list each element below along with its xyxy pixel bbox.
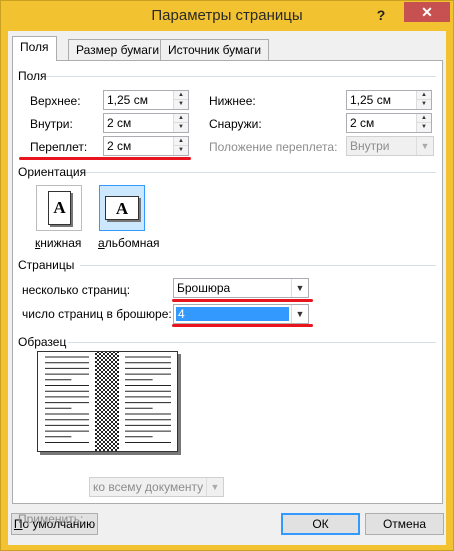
tab-panel: Поля Верхнее: 1,25 см ▲ ▼ Нижнее: 1,25 с… xyxy=(12,60,443,526)
gutter-label: Переплет: xyxy=(30,140,88,154)
gutter-position-value: Внутри xyxy=(350,139,390,153)
cancel-button[interactable]: Отмена xyxy=(365,513,444,535)
page-setup-dialog: Параметры страницы ? ✕ Поля Размер бумаг… xyxy=(0,0,454,551)
apply-to-value: ко всему документу xyxy=(93,480,204,494)
landscape-label-text: льбомная xyxy=(104,236,160,250)
outside-margin-label: Снаружи: xyxy=(209,117,262,131)
spin-down-icon[interactable]: ▼ xyxy=(174,146,188,155)
landscape-label: альбомная xyxy=(98,236,160,250)
divider xyxy=(80,265,436,266)
chevron-down-icon[interactable]: ▼ xyxy=(416,137,433,155)
bottom-margin-spinner[interactable]: 1,25 см ▲ ▼ xyxy=(346,90,432,110)
title-bar[interactable]: Параметры страницы ? ✕ xyxy=(1,1,453,31)
spin-down-icon[interactable]: ▼ xyxy=(174,100,188,109)
spin-down-icon[interactable]: ▼ xyxy=(417,100,431,109)
portrait-label: книжная xyxy=(35,236,82,250)
gutter-value: 2 см xyxy=(107,139,132,153)
landscape-page-icon: A xyxy=(105,196,139,220)
multiple-pages-label: несколько страниц: xyxy=(22,283,131,297)
tab-label: Размер бумаги xyxy=(76,43,160,57)
spin-up-icon[interactable]: ▲ xyxy=(174,91,188,100)
orientation-group-label: Ориентация xyxy=(18,165,87,179)
outside-margin-value: 2 см xyxy=(350,116,375,130)
spinner-buttons: ▲ ▼ xyxy=(173,137,188,155)
spinner-buttons: ▲ ▼ xyxy=(416,114,431,132)
tab-label: Поля xyxy=(20,40,49,54)
apply-to-select[interactable]: ко всему документу ▼ xyxy=(89,477,224,497)
booklet-pages-value: 4 xyxy=(176,307,289,321)
margins-group-label: Поля xyxy=(18,69,47,83)
divider xyxy=(68,342,436,343)
apply-label: Применить: xyxy=(18,512,84,526)
spinner-buttons: ▲ ▼ xyxy=(173,114,188,132)
spinner-buttons: ▲ ▼ xyxy=(416,91,431,109)
tab-margins[interactable]: Поля xyxy=(12,36,57,61)
spin-up-icon[interactable]: ▲ xyxy=(174,137,188,146)
bottom-margin-label: Нижнее: xyxy=(209,94,256,108)
divider xyxy=(86,172,436,173)
gutter-spinner[interactable]: 2 см ▲ ▼ xyxy=(103,136,189,156)
divider xyxy=(46,76,436,77)
annotation-underline xyxy=(172,299,313,302)
chevron-down-icon[interactable]: ▼ xyxy=(291,305,308,323)
spin-up-icon[interactable]: ▲ xyxy=(417,91,431,100)
preview-group-label: Образец xyxy=(18,335,67,349)
spin-down-icon[interactable]: ▼ xyxy=(174,123,188,132)
gutter-position-label: Положение переплета: xyxy=(209,140,338,154)
pages-group-label: Страницы xyxy=(18,258,75,272)
inside-margin-spinner[interactable]: 2 см ▲ ▼ xyxy=(103,113,189,133)
spin-up-icon[interactable]: ▲ xyxy=(174,114,188,123)
spin-up-icon[interactable]: ▲ xyxy=(417,114,431,123)
booklet-preview xyxy=(37,351,181,455)
booklet-pages-select[interactable]: 4 ▼ xyxy=(173,304,309,324)
portrait-page-icon: A xyxy=(48,191,71,225)
gutter-position-select[interactable]: Внутри ▼ xyxy=(346,136,434,156)
booklet-pages-label: число страниц в брошюре: xyxy=(22,307,172,321)
close-icon[interactable]: ✕ xyxy=(404,2,450,22)
tab-paper-size[interactable]: Размер бумаги xyxy=(68,39,168,60)
top-margin-value: 1,25 см xyxy=(107,93,148,107)
top-margin-spinner[interactable]: 1,25 см ▲ ▼ xyxy=(103,90,189,110)
dialog-client: Поля Размер бумаги Источник бумаги Поля … xyxy=(8,31,446,545)
portrait-label-text: нижная xyxy=(40,236,82,250)
spinner-buttons: ▲ ▼ xyxy=(173,91,188,109)
chevron-down-icon[interactable]: ▼ xyxy=(206,478,223,496)
multiple-pages-value: Брошюра xyxy=(177,281,231,295)
annotation-underline xyxy=(172,324,313,327)
portrait-button[interactable]: A xyxy=(36,185,82,231)
bottom-margin-value: 1,25 см xyxy=(350,93,391,107)
inside-margin-label: Внутри: xyxy=(30,117,73,131)
multiple-pages-select[interactable]: Брошюра ▼ xyxy=(173,278,309,298)
help-icon[interactable]: ? xyxy=(367,5,395,25)
annotation-underline xyxy=(19,157,191,160)
top-margin-label: Верхнее: xyxy=(30,94,81,108)
spin-down-icon[interactable]: ▼ xyxy=(417,123,431,132)
inside-margin-value: 2 см xyxy=(107,116,132,130)
landscape-button[interactable]: A xyxy=(99,185,145,231)
outside-margin-spinner[interactable]: 2 см ▲ ▼ xyxy=(346,113,432,133)
tab-label: Источник бумаги xyxy=(168,43,262,57)
ok-button[interactable]: ОК xyxy=(281,513,360,535)
chevron-down-icon[interactable]: ▼ xyxy=(291,279,308,297)
tab-paper-source[interactable]: Источник бумаги xyxy=(160,39,270,60)
